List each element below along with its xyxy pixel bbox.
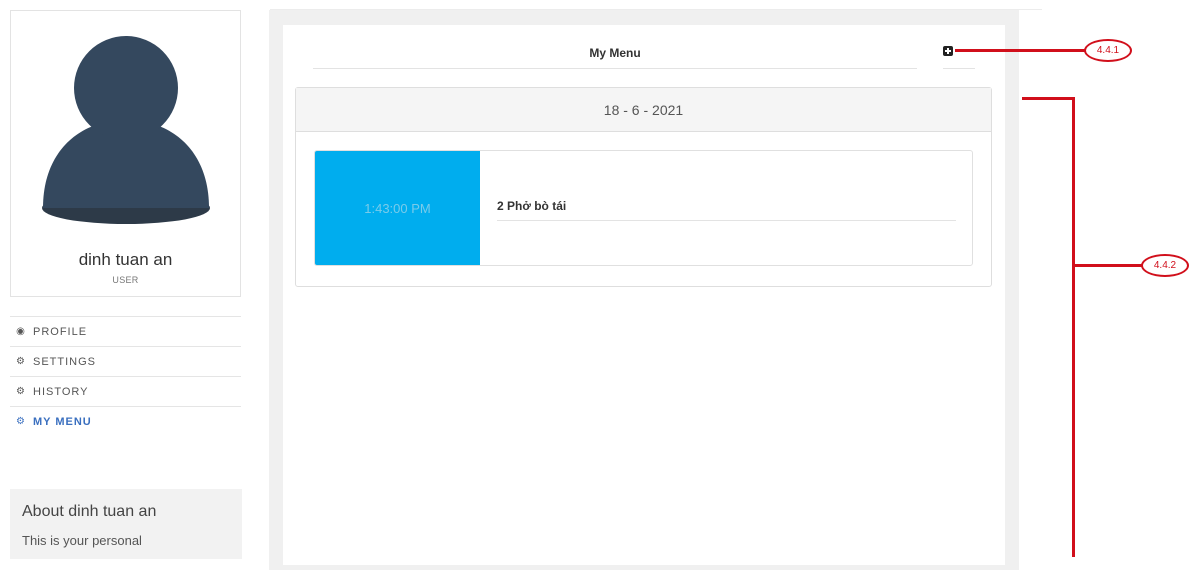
page-title: My Menu: [589, 46, 641, 60]
annotation-line: [955, 49, 1085, 52]
order-item-name: 2 Phở bò tái: [497, 199, 567, 213]
annotation-line: [1072, 97, 1075, 557]
annotation-callout-list: 4.4.2: [1141, 254, 1189, 277]
nav-item-label: MY MENU: [33, 415, 92, 428]
sidebar-nav: ◉ PROFILE ⚙ SETTINGS ⚙ HISTORY ⚙ MY MENU: [10, 316, 241, 436]
cogs-icon: ⚙: [16, 386, 26, 397]
annotation-callout-add: 4.4.1: [1084, 39, 1132, 62]
add-menu-button[interactable]: [943, 46, 953, 56]
about-box: About dinh tuan an This is your personal: [10, 489, 242, 559]
cogs-icon: ⚙: [16, 356, 26, 367]
user-avatar-icon: [42, 36, 210, 224]
about-text: This is your personal: [22, 533, 142, 548]
order-divider: [497, 220, 956, 221]
nav-item-label: HISTORY: [33, 385, 89, 398]
cogs-icon: ⚙: [16, 416, 26, 427]
user-name: dinh tuan an: [78, 250, 173, 269]
order-time: 1:43:00 PM: [315, 151, 480, 265]
date-header: 18 - 6 - 2021: [296, 88, 991, 132]
add-divider: [943, 68, 975, 69]
nav-item-settings[interactable]: ⚙ SETTINGS: [10, 346, 241, 376]
user-role: USER: [112, 275, 139, 285]
nav-item-history[interactable]: ⚙ HISTORY: [10, 376, 241, 406]
nav-item-my-menu[interactable]: ⚙ MY MENU: [10, 406, 241, 436]
order-card[interactable]: 1:43:00 PM 2 Phở bò tái: [314, 150, 973, 266]
nav-item-profile[interactable]: ◉ PROFILE: [10, 316, 241, 346]
profile-card: dinh tuan an USER: [10, 10, 241, 297]
annotation-line: [1072, 264, 1142, 267]
about-title: About dinh tuan an: [22, 503, 157, 520]
annotation-line: [1022, 97, 1074, 100]
nav-item-label: PROFILE: [33, 325, 88, 338]
title-divider: [313, 68, 917, 69]
nav-item-label: SETTINGS: [33, 355, 97, 368]
date-card: 18 - 6 - 2021 1:43:00 PM 2 Phở bò tái: [295, 87, 992, 287]
eye-icon: ◉: [16, 326, 26, 337]
